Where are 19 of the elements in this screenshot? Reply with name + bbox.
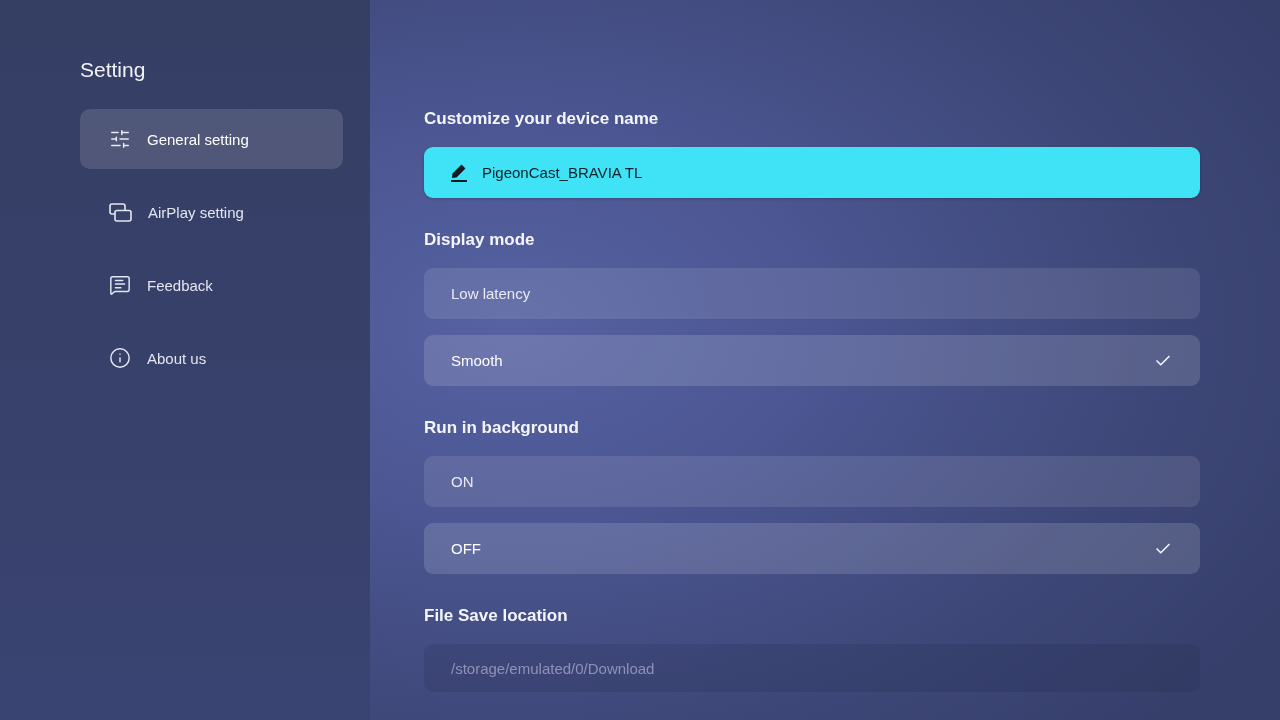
section-title: Run in background — [424, 417, 580, 439]
sidebar-item[interactable]: About us — [80, 328, 343, 388]
sidebar-item[interactable]: AirPlay setting — [80, 182, 343, 242]
sidebar-item[interactable]: Feedback — [80, 255, 343, 315]
section-title: File Save location — [424, 605, 569, 627]
option-button[interactable]: Low latency — [424, 268, 1200, 319]
section-title: Customize your device name — [424, 108, 660, 130]
option-button[interactable]: OFF — [424, 523, 1200, 574]
sidebar-item[interactable]: General setting — [80, 109, 343, 169]
message-icon — [109, 274, 131, 296]
option-button[interactable]: ON — [424, 456, 1200, 507]
sidebar-title: Setting — [80, 57, 147, 83]
two-screens-icon — [109, 202, 132, 222]
option-button[interactable]: Smooth — [424, 335, 1200, 386]
pencil-icon — [450, 163, 468, 182]
device-name-field[interactable]: PigeonCast_BRAVIA TL — [424, 147, 1200, 198]
sliders-icon — [109, 128, 131, 150]
section-title: Display mode — [424, 229, 536, 251]
info-icon — [109, 347, 131, 369]
